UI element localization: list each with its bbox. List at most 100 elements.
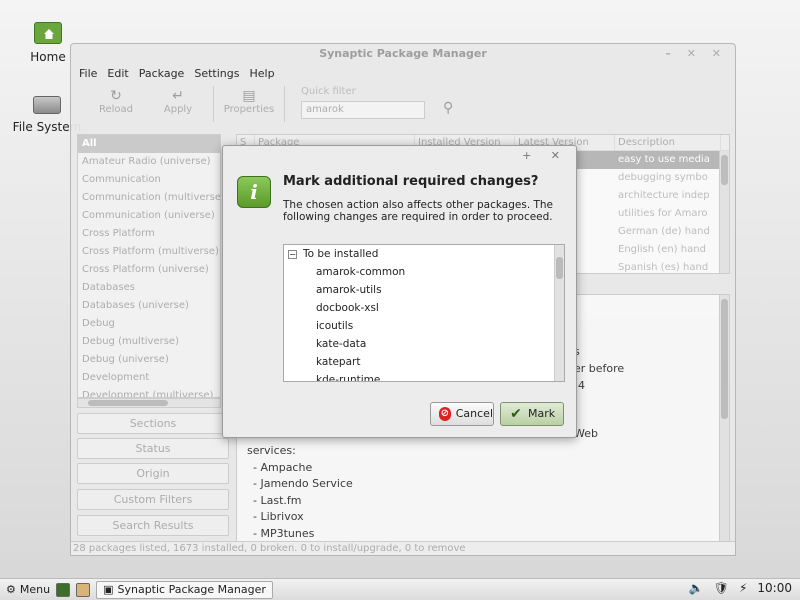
scrollbar-thumb[interactable] — [88, 400, 168, 406]
dialog-window-controls[interactable]: + ✕ — [522, 149, 568, 162]
dialog-title: Mark additional required changes? — [283, 174, 539, 189]
status-button[interactable]: Status — [77, 438, 229, 459]
mark-button[interactable]: ✔ Mark — [500, 402, 564, 426]
origin-button[interactable]: Origin — [77, 463, 229, 484]
section-item[interactable]: Communication (multiverse) — [78, 189, 220, 207]
description-scrollbar[interactable] — [719, 295, 729, 543]
description-cell: German (de) hand — [618, 226, 710, 237]
service-item: - Jamendo Service — [253, 477, 353, 490]
section-item[interactable]: Communication (universe) — [78, 207, 220, 225]
window-title: Synaptic Package Manager — [319, 47, 487, 60]
menu-package[interactable]: Package — [139, 67, 185, 80]
description-cell: English (en) hand — [618, 244, 706, 255]
file-manager-icon[interactable] — [76, 582, 91, 597]
service-item: - Librivox — [253, 510, 304, 523]
changes-tree-scrollbar[interactable] — [554, 245, 564, 381]
description-text: er before — [574, 362, 625, 375]
home-folder-icon — [34, 22, 62, 44]
section-item[interactable]: All — [78, 135, 220, 153]
section-item[interactable]: Databases (universe) — [78, 297, 220, 315]
sections-button[interactable]: Sections — [77, 413, 229, 434]
system-tray: 🔈 🛡 ⚡ 10:00 — [689, 581, 792, 595]
column-header-description[interactable]: Description — [615, 135, 721, 150]
section-item[interactable]: Development — [78, 369, 220, 387]
section-item[interactable]: Cross Platform (multiverse) — [78, 243, 220, 261]
menu-file[interactable]: File — [79, 67, 97, 80]
section-item[interactable]: Communication — [78, 171, 220, 189]
desktop-icon-label: Home — [30, 50, 66, 64]
section-item[interactable]: Development (multiverse) — [78, 387, 220, 397]
menu-button[interactable]: ⚙ Menu — [0, 583, 50, 596]
volume-icon[interactable]: 🔈 — [689, 581, 704, 595]
tree-item[interactable]: amarok-utils — [284, 281, 564, 299]
drive-icon — [33, 96, 61, 114]
custom-filters-button[interactable]: Custom Filters — [77, 489, 229, 510]
cancel-button[interactable]: ⊘ Cancel — [430, 402, 494, 426]
tree-group-to-be-installed[interactable]: − To be installed — [284, 245, 564, 263]
section-item[interactable]: Cross Platform — [78, 225, 220, 243]
mark-changes-dialog: + ✕ i Mark additional required changes? … — [222, 145, 577, 438]
description-cell: utilities for Amaro — [618, 208, 708, 219]
toolbar-separator — [213, 86, 214, 122]
description-cell: easy to use media — [618, 154, 710, 165]
properties-label: Properties — [223, 104, 275, 115]
window-titlebar[interactable]: Synaptic Package Manager – ✕ ✕ — [71, 44, 735, 64]
checkmark-icon: ✔ — [510, 406, 522, 422]
update-shield-icon[interactable]: 🛡 — [714, 581, 729, 595]
section-item[interactable]: Debug (multiverse) — [78, 333, 220, 351]
toolbar: ↻ Reload ↵ Apply ▤ Properties Quick filt… — [71, 82, 735, 126]
section-item[interactable]: Databases — [78, 279, 220, 297]
bottom-panel: ⚙ Menu ▣ Synaptic Package Manager 🔈 🛡 ⚡ … — [0, 578, 800, 600]
status-bar: 28 packages listed, 1673 installed, 0 br… — [71, 541, 735, 555]
changes-tree: − To be installed amarok-common amarok-ut… — [283, 244, 565, 382]
section-list-scrollbar[interactable] — [77, 398, 221, 408]
quick-filter-input[interactable]: amarok — [301, 101, 425, 119]
search-icon[interactable]: ⚲ — [443, 100, 453, 116]
network-icon[interactable]: ⚡ — [739, 581, 747, 595]
description-cell: architecture indep — [618, 190, 710, 201]
show-desktop-icon[interactable] — [56, 582, 71, 597]
properties-button[interactable]: ▤ Properties — [222, 82, 276, 115]
desktop-icon-home[interactable]: Home — [18, 22, 78, 64]
search-results-button[interactable]: Search Results — [77, 515, 229, 536]
tree-group-label: To be installed — [303, 248, 379, 260]
description-cell: Spanish (es) hand — [618, 262, 709, 273]
description-cell: debugging symbo — [618, 172, 708, 183]
scrollbar-thumb[interactable] — [721, 299, 728, 419]
section-item[interactable]: Debug (universe) — [78, 351, 220, 369]
service-item: - Last.fm — [253, 494, 302, 507]
package-table-scrollbar[interactable] — [719, 151, 729, 273]
tree-item[interactable]: docbook-xsl — [284, 299, 564, 317]
scrollbar-thumb[interactable] — [721, 155, 728, 185]
section-item[interactable]: Cross Platform (universe) — [78, 261, 220, 279]
menu-edit[interactable]: Edit — [107, 67, 128, 80]
taskbar-item-synaptic[interactable]: ▣ Synaptic Package Manager — [96, 580, 273, 599]
reload-button[interactable]: ↻ Reload — [89, 82, 143, 115]
window-controls[interactable]: – ✕ ✕ — [665, 44, 727, 64]
tree-item[interactable]: katepart — [284, 353, 564, 371]
tree-item[interactable]: icoutils — [284, 317, 564, 335]
menu-label: Menu — [19, 583, 51, 596]
scrollbar-thumb[interactable] — [556, 257, 563, 279]
service-item: - MP3tunes — [253, 527, 315, 540]
reload-icon: ↻ — [110, 88, 122, 104]
clock[interactable]: 10:00 — [757, 581, 792, 595]
section-item[interactable]: Amateur Radio (universe) — [78, 153, 220, 171]
menu-settings[interactable]: Settings — [194, 67, 239, 80]
mark-label: Mark — [528, 407, 556, 420]
toolbar-separator — [284, 86, 285, 122]
tree-item[interactable]: kde-runtime — [284, 371, 564, 381]
menu-help[interactable]: Help — [249, 67, 274, 80]
service-item: - Ampache — [253, 461, 313, 474]
taskbar-item-label: Synaptic Package Manager — [117, 582, 266, 596]
tree-item[interactable]: amarok-common — [284, 263, 564, 281]
section-list: All Amateur Radio (universe) Communicati… — [77, 134, 221, 398]
properties-icon: ▤ — [242, 88, 256, 104]
tree-item[interactable]: kate-data — [284, 335, 564, 353]
description-text: 4 — [578, 379, 585, 392]
section-item[interactable]: Debug — [78, 315, 220, 333]
collapse-icon[interactable]: − — [288, 249, 297, 259]
apply-button[interactable]: ↵ Apply — [151, 82, 205, 115]
services-heading: services: — [247, 444, 296, 457]
reload-label: Reload — [98, 104, 134, 115]
